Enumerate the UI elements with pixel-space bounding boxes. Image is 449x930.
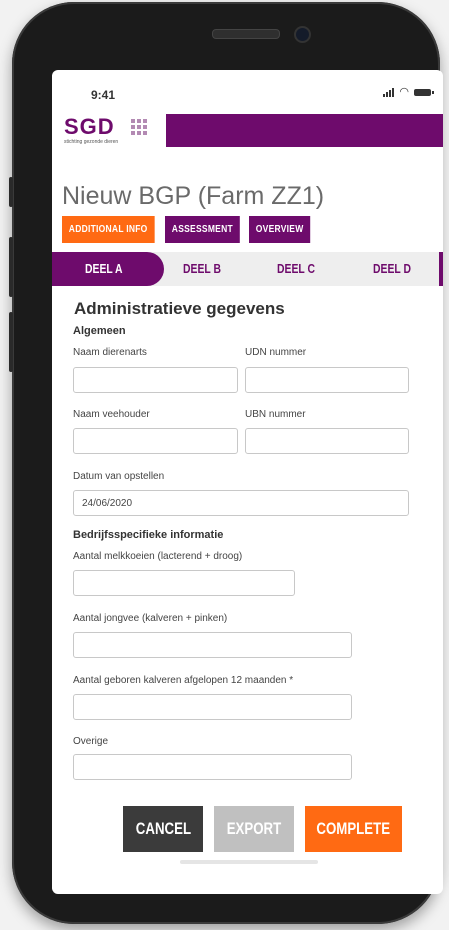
complete-button[interactable]: COMPLETE — [305, 806, 402, 852]
dairy-cows-label: Aantal melkkoeien (lacterend + droog) — [73, 551, 243, 562]
date-label: Datum van opstellen — [73, 471, 165, 482]
additional-info-button[interactable]: ADDITIONAL INFO — [62, 216, 155, 243]
logo-dots-icon — [131, 119, 147, 135]
home-indicator[interactable] — [180, 860, 318, 864]
tab-deel-c[interactable]: DEEL C — [277, 261, 315, 276]
udn-label: UDN nummer — [245, 347, 307, 358]
logo-text: SGD — [64, 114, 115, 139]
form-title: Administratieve gegevens — [74, 299, 285, 318]
volume-down-button — [9, 312, 13, 372]
young-stock-input[interactable] — [73, 632, 352, 658]
calves-born-label: Aantal geboren kalveren afgelopen 12 maa… — [73, 675, 294, 686]
section-tabs: DEEL A DEEL B DEEL C DEEL D — [52, 252, 443, 286]
app-header: SGD stichting gezonde dieren — [62, 114, 443, 148]
ubn-input[interactable] — [245, 428, 409, 454]
wifi-icon: ◠ — [399, 86, 409, 98]
dairy-cows-input[interactable] — [73, 570, 295, 596]
section-bedrijfsspecifiek: Bedrijfsspecifieke informatie — [73, 529, 224, 541]
farmer-name-label: Naam veehouder — [73, 409, 150, 420]
action-buttons: CANCEL EXPORT COMPLETE — [123, 806, 402, 852]
udn-input[interactable] — [245, 367, 409, 393]
tab-deel-b[interactable]: DEEL B — [183, 261, 221, 276]
section-algemeen: Algemeen — [73, 325, 126, 337]
mute-switch — [9, 177, 13, 207]
export-label: EXPORT — [226, 819, 282, 838]
tab-deel-a[interactable]: DEEL A — [85, 261, 123, 276]
phone-frame: 9:41 ◠ SGD stichting gezonde dieren Nieu… — [9, 2, 443, 924]
vet-name-label: Naam dierenarts — [73, 347, 147, 358]
ubn-label: UBN nummer — [245, 409, 306, 420]
date-input[interactable]: 24/06/2020 — [73, 490, 409, 516]
speaker-grille — [212, 29, 280, 39]
page-title: Nieuw BGP (Farm ZZ1) — [62, 182, 325, 210]
tab-deel-d[interactable]: DEEL D — [373, 261, 411, 276]
cancel-button[interactable]: CANCEL — [123, 806, 203, 852]
complete-label: COMPLETE — [316, 819, 391, 838]
volume-up-button — [9, 237, 13, 297]
signal-icon — [383, 87, 395, 97]
status-time: 9:41 — [91, 88, 116, 102]
vet-name-input[interactable] — [73, 367, 238, 393]
overview-button[interactable]: OVERVIEW — [248, 216, 310, 243]
battery-icon — [414, 88, 434, 96]
status-icons: ◠ — [383, 86, 434, 98]
export-button[interactable]: EXPORT — [214, 806, 294, 852]
status-bar: 9:41 ◠ — [52, 84, 443, 104]
tab-edge — [439, 252, 443, 286]
top-button-group: ADDITIONAL INFO ASSESSMENT OVERVIEW — [62, 216, 321, 243]
brand-bar — [166, 114, 443, 147]
other-label: Overige — [73, 736, 109, 747]
logo-tagline: stichting gezonde dieren — [64, 139, 119, 145]
calves-born-input[interactable] — [73, 694, 352, 720]
front-camera — [294, 26, 311, 43]
app-screen: 9:41 ◠ SGD stichting gezonde dieren Nieu… — [52, 70, 443, 894]
farmer-name-input[interactable] — [73, 428, 238, 454]
young-stock-label: Aantal jongvee (kalveren + pinken) — [73, 613, 228, 624]
cancel-label: CANCEL — [135, 819, 191, 838]
assessment-button[interactable]: ASSESSMENT — [164, 216, 240, 243]
sgd-logo[interactable]: SGD stichting gezonde dieren — [62, 114, 166, 148]
other-input[interactable] — [73, 754, 352, 780]
